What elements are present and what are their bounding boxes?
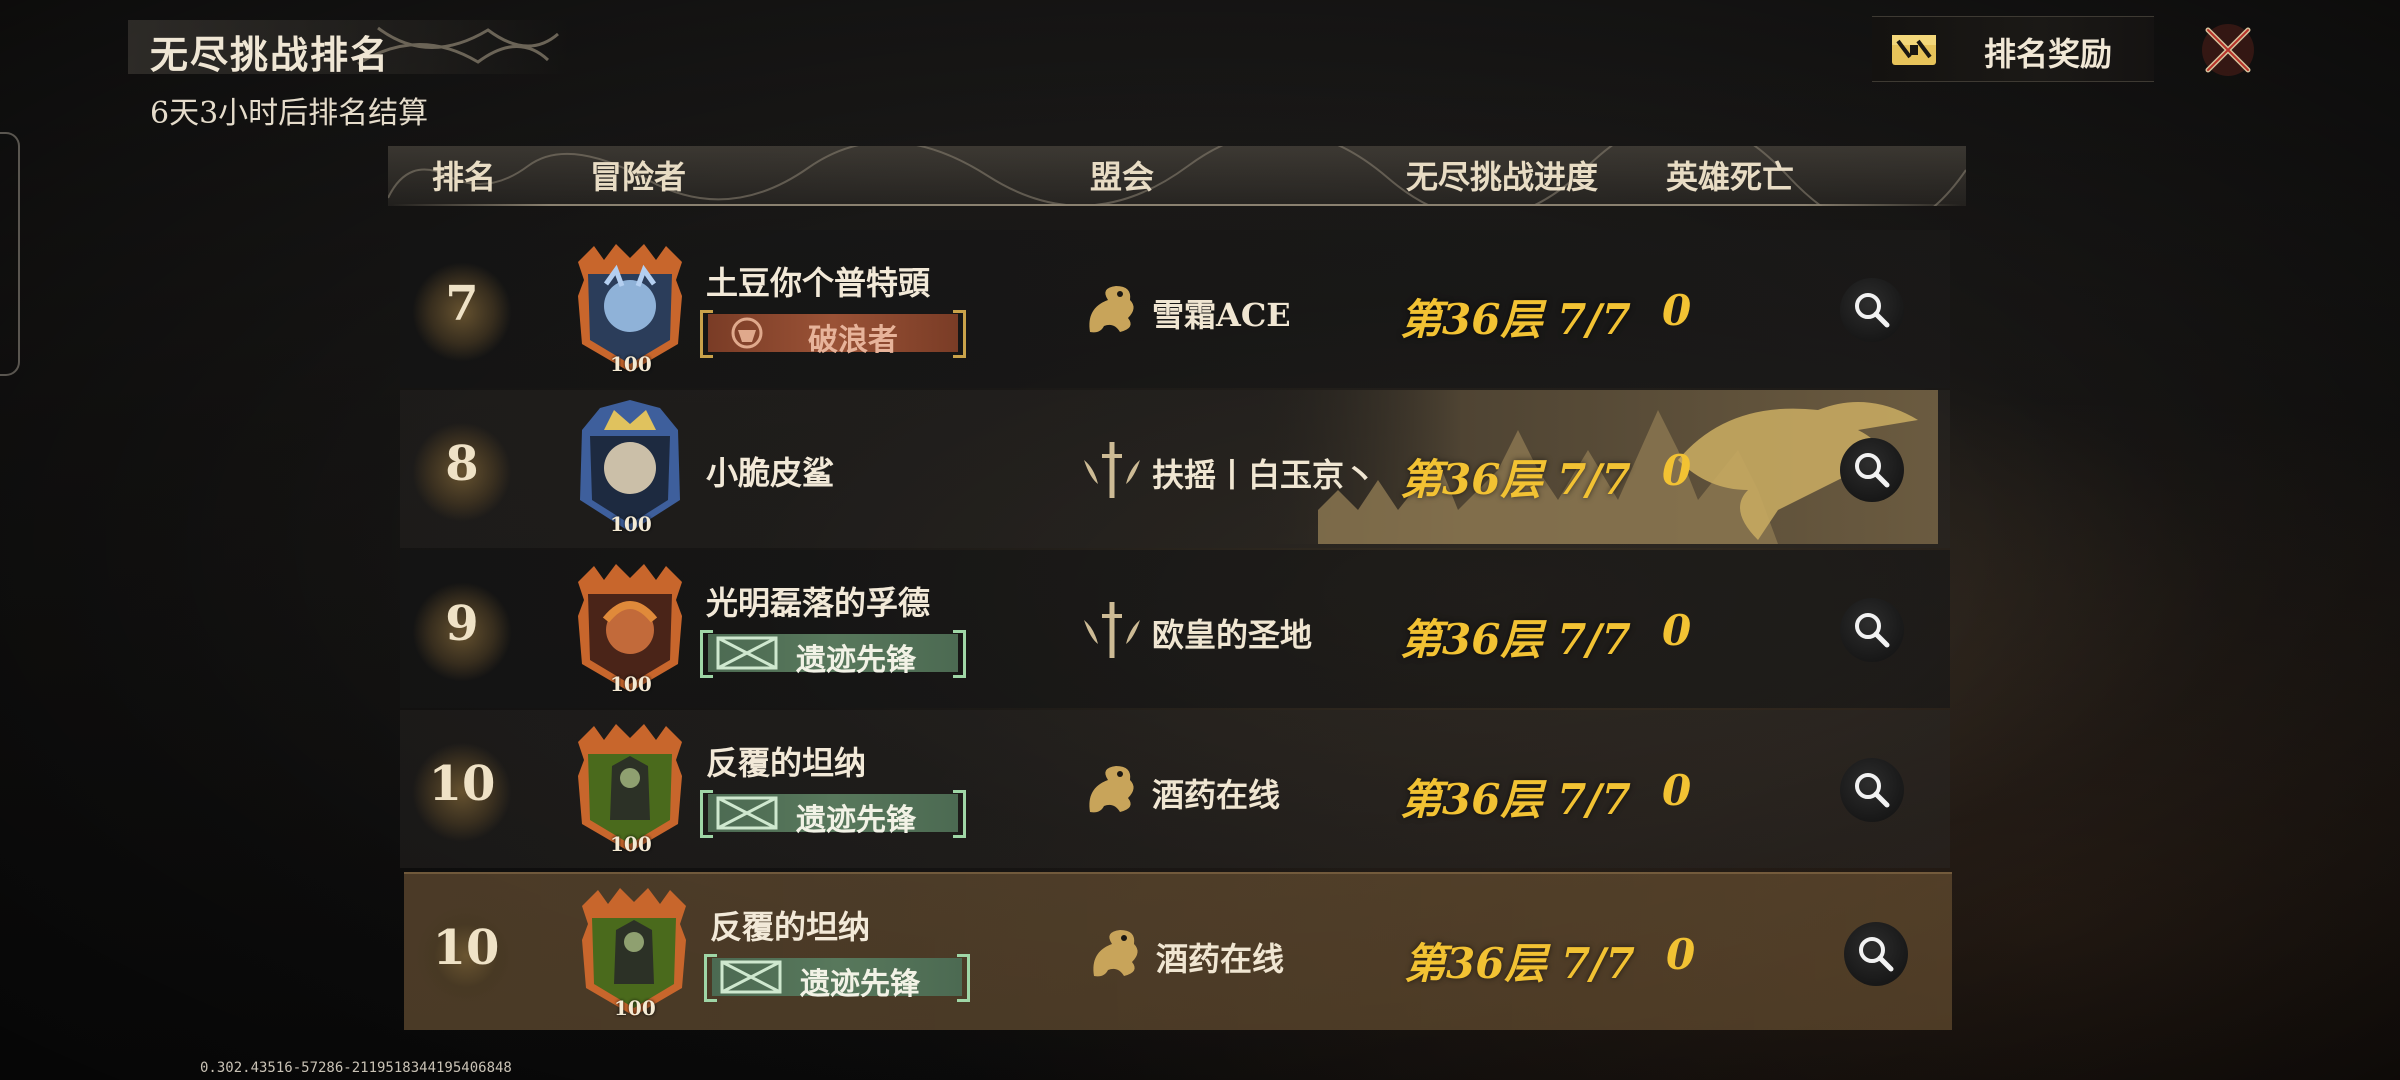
column-adventurer-header: 冒险者 xyxy=(590,158,687,196)
rank-number: 7 xyxy=(445,276,479,332)
player-name: 光明磊落的孚德 xyxy=(706,584,931,622)
edge-drawer-handle[interactable] xyxy=(0,132,20,376)
ranking-reward-label: 排名奖励 xyxy=(1984,35,2113,73)
page-title: 无尽挑战排名 xyxy=(150,32,391,77)
inspect-button[interactable] xyxy=(1840,438,1904,502)
ruins-badge-icon xyxy=(716,636,778,670)
ranking-countdown: 6天3小时后排名结算 xyxy=(150,96,429,131)
sword-wings-emblem-icon xyxy=(1084,442,1140,498)
version-string: 0.302.43516-57286-2119518344195406848 xyxy=(200,1060,512,1076)
close-button[interactable] xyxy=(2196,18,2260,82)
endless-progress: 第36层 7/7 xyxy=(1400,615,1631,664)
magnifier-icon xyxy=(1859,937,1894,972)
guild-name: 酒药在线 xyxy=(1156,940,1285,978)
hero-level: 100 xyxy=(614,996,656,1020)
endless-progress: 第36层 7/7 xyxy=(1404,939,1635,988)
hero-level: 100 xyxy=(610,672,652,696)
title-badge: 破浪者 xyxy=(700,310,966,358)
hero-deaths: 0 xyxy=(1666,930,1696,979)
player-name: 反覆的坦纳 xyxy=(710,908,871,946)
title-badge: 遗迹先锋 xyxy=(704,954,970,1002)
magnifier-icon xyxy=(1855,293,1890,328)
title-badge: 遗迹先锋 xyxy=(700,790,966,838)
hero-deaths: 0 xyxy=(1662,446,1692,495)
ranking-row[interactable]: 9 100 光明磊落的孚德 遗迹先锋 欧皇的圣地 第36层 7/7 0 xyxy=(400,550,1950,708)
inspect-button[interactable] xyxy=(1844,922,1908,986)
column-rank-header: 排名 xyxy=(432,158,497,196)
rank-number: 10 xyxy=(428,756,496,812)
ruins-badge-icon xyxy=(720,960,782,994)
guild-name: 欧皇的圣地 xyxy=(1152,616,1313,654)
treasure-chest-icon xyxy=(1892,35,1936,65)
player-name: 土豆你个普特頭 xyxy=(706,264,931,302)
hero-level: 100 xyxy=(610,352,652,376)
column-header-divider xyxy=(392,204,1962,206)
magnifier-icon xyxy=(1855,453,1890,488)
player-name: 反覆的坦纳 xyxy=(706,744,867,782)
inspect-button[interactable] xyxy=(1840,598,1904,662)
column-progress-header: 无尽挑战进度 xyxy=(1406,158,1599,196)
ranking-row[interactable]: 8 100 小脆皮鲨 扶摇丨白玉京丶 第36层 7/7 0 xyxy=(400,390,1950,548)
ranking-row[interactable]: 10 100 反覆的坦纳 遗迹先锋 酒药在线 第36层 7/7 0 xyxy=(400,710,1950,868)
ranking-reward-button[interactable]: 排名奖励 xyxy=(1872,16,2154,82)
close-x-icon xyxy=(2202,24,2254,76)
title-badge-label: 遗迹先锋 xyxy=(796,803,916,838)
rank-number: 8 xyxy=(445,436,479,492)
sword-wings-emblem-icon xyxy=(1084,602,1140,658)
guild-name: 酒药在线 xyxy=(1152,776,1281,814)
ruins-badge-icon xyxy=(716,796,778,830)
hero-deaths: 0 xyxy=(1662,286,1692,335)
inspect-button[interactable] xyxy=(1840,278,1904,342)
dragon-emblem-icon xyxy=(1089,766,1134,813)
hero-deaths: 0 xyxy=(1662,606,1692,655)
rank-number: 10 xyxy=(432,920,500,976)
hero-level: 100 xyxy=(610,832,652,856)
guild-name: 扶摇丨白玉京丶 xyxy=(1152,456,1377,494)
dragon-emblem-icon xyxy=(1093,930,1138,977)
dragon-emblem-icon xyxy=(1089,286,1134,333)
title-badge-label: 破浪者 xyxy=(808,323,898,358)
hero-level: 100 xyxy=(610,512,652,536)
guild-name: 雪霜ACE xyxy=(1152,296,1291,334)
title-badge: 遗迹先锋 xyxy=(700,630,966,678)
player-name: 小脆皮鲨 xyxy=(706,454,835,492)
column-deaths-header: 英雄死亡 xyxy=(1666,158,1795,196)
title-badge-label: 遗迹先锋 xyxy=(796,643,916,678)
my-ranking-row[interactable]: 10 100 反覆的坦纳 遗迹先锋 酒药在线 第36层 7/7 0 xyxy=(404,872,1952,1030)
magnifier-icon xyxy=(1855,773,1890,808)
hero-deaths: 0 xyxy=(1662,766,1692,815)
ranking-row[interactable]: 7 100 土豆你个普特頭 破浪者 雪霜ACE 第36层 7/7 0 xyxy=(400,230,1950,388)
magnifier-icon xyxy=(1855,613,1890,648)
helmet-badge-icon xyxy=(731,317,763,349)
endless-progress: 第36层 7/7 xyxy=(1400,295,1631,344)
endless-progress: 第36层 7/7 xyxy=(1400,455,1631,504)
title-badge-label: 遗迹先锋 xyxy=(800,967,920,1002)
endless-progress: 第36层 7/7 xyxy=(1400,775,1631,824)
rank-number: 9 xyxy=(445,596,479,652)
column-guild-header: 盟会 xyxy=(1090,158,1155,196)
inspect-button[interactable] xyxy=(1840,758,1904,822)
